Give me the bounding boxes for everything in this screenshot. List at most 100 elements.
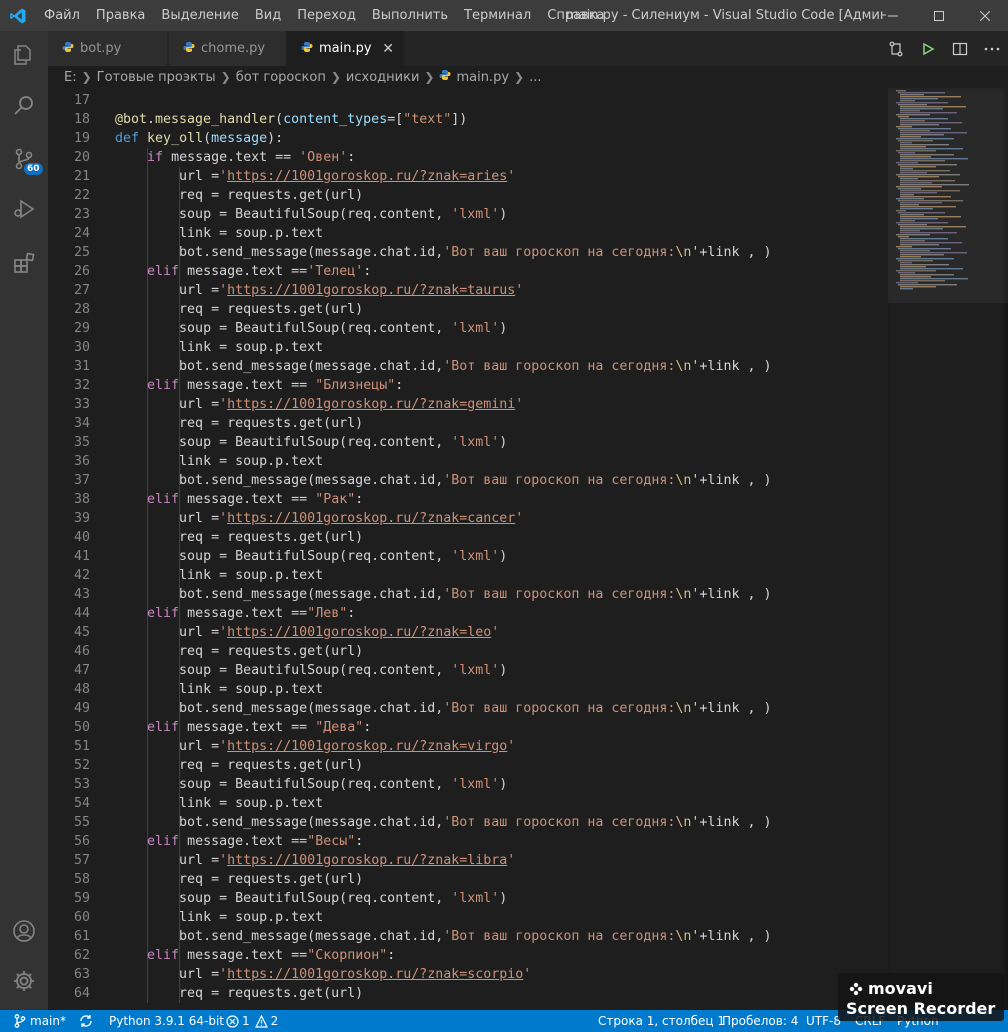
branch-status[interactable]: main* (14, 1010, 66, 1032)
menu-go[interactable]: Переход (289, 0, 364, 31)
code-line[interactable]: 62 elif message.text =="Скорпион": (48, 946, 888, 965)
code-line[interactable]: 50 elif message.text == "Дева": (48, 718, 888, 737)
code-line[interactable]: 31 bot.send_message(message.chat.id,'Вот… (48, 357, 888, 376)
minimap-line (900, 130, 930, 132)
code-line[interactable]: 17 (48, 91, 888, 110)
code-line[interactable]: 64 req = requests.get(url) (48, 984, 888, 1003)
code-line[interactable]: 45 url ='https://1001goroskop.ru/?znak=l… (48, 623, 888, 642)
code-line[interactable]: 63 url ='https://1001goroskop.ru/?znak=s… (48, 965, 888, 984)
tab-chome-py[interactable]: chome.py (169, 31, 286, 66)
code-line[interactable]: 39 url ='https://1001goroskop.ru/?znak=c… (48, 509, 888, 528)
minimap-line (900, 216, 961, 218)
code-line[interactable]: 20 if message.text == 'Овен': (48, 148, 888, 167)
close-window-button[interactable] (962, 0, 1008, 31)
breadcrumb-folder[interactable]: исходники (346, 70, 419, 85)
code-token: '+link , ) (691, 473, 772, 488)
code-line[interactable]: 18 @bot.message_handler(content_types=["t… (48, 110, 888, 129)
code-line[interactable]: 27 url ='https://1001goroskop.ru/?znak=t… (48, 281, 888, 300)
code-line[interactable]: 25 bot.send_message(message.chat.id,'Вот… (48, 243, 888, 262)
code-line[interactable]: 54 link = soup.p.text (48, 794, 888, 813)
problems-status[interactable]: 1 2 (226, 1010, 278, 1032)
search-icon[interactable] (0, 81, 48, 129)
code-line[interactable]: 48 link = soup.p.text (48, 680, 888, 699)
tab-main-py[interactable]: main.py ✕ (287, 31, 405, 66)
code-line[interactable]: 30 link = soup.p.text (48, 338, 888, 357)
code-line[interactable]: 23 soup = BeautifulSoup(req.content, 'lx… (48, 205, 888, 224)
source-control-icon[interactable]: 60 (0, 135, 48, 183)
code-line[interactable]: 19 def key_oll(message): (48, 129, 888, 148)
code-editor[interactable]: 17 18 @bot.message_handler(content_types=[… (48, 88, 888, 1010)
code-line[interactable]: 43 bot.send_message(message.chat.id,'Вот… (48, 585, 888, 604)
more-actions-icon[interactable] (976, 31, 1008, 66)
code-line[interactable]: 24 link = soup.p.text (48, 224, 888, 243)
code-line[interactable]: 58 req = requests.get(url) (48, 870, 888, 889)
explorer-icon[interactable] (0, 31, 48, 79)
menu-run[interactable]: Выполнить (364, 0, 456, 31)
minimap-line (900, 118, 948, 120)
breadcrumb-file[interactable]: main.py (456, 70, 509, 85)
breadcrumb-folder[interactable]: Готовые проэкты (97, 70, 216, 85)
code-line[interactable]: 47 soup = BeautifulSoup(req.content, 'lx… (48, 661, 888, 680)
code-line[interactable]: 55 bot.send_message(message.chat.id,'Вот… (48, 813, 888, 832)
code-line[interactable]: 26 elif message.text =='Телец': (48, 262, 888, 281)
code-line[interactable]: 56 elif message.text =="Весы": (48, 832, 888, 851)
code-line[interactable]: 32 elif message.text == "Близнецы": (48, 376, 888, 395)
menu-edit[interactable]: Правка (88, 0, 153, 31)
menu-terminal[interactable]: Терминал (456, 0, 539, 31)
code-line[interactable]: 37 bot.send_message(message.chat.id,'Вот… (48, 471, 888, 490)
code-line[interactable]: 40 req = requests.get(url) (48, 528, 888, 547)
settings-gear-icon[interactable] (0, 957, 48, 1005)
menu-view[interactable]: Вид (247, 0, 289, 31)
menu-file[interactable]: Файл (36, 0, 88, 31)
minimap-line (900, 112, 957, 114)
code-line[interactable]: 44 elif message.text =="Лев": (48, 604, 888, 623)
run-python-file-icon[interactable] (912, 31, 944, 66)
code-line[interactable]: 51 url ='https://1001goroskop.ru/?znak=v… (48, 737, 888, 756)
code-line[interactable]: 21 url ='https://1001goroskop.ru/?znak=a… (48, 167, 888, 186)
code-line[interactable]: 42 link = soup.p.text (48, 566, 888, 585)
code-line[interactable]: 34 req = requests.get(url) (48, 414, 888, 433)
code-token: req = requests.get(url) (179, 986, 364, 1001)
sync-icon[interactable] (78, 1010, 94, 1032)
code-line[interactable]: 61 bot.send_message(message.chat.id,'Вот… (48, 927, 888, 946)
split-editor-icon[interactable] (944, 31, 976, 66)
minimap[interactable] (888, 88, 1008, 1010)
minimize-button[interactable] (870, 0, 916, 31)
menu-selection[interactable]: Выделение (153, 0, 246, 31)
code-line[interactable]: 52 req = requests.get(url) (48, 756, 888, 775)
minimap-line (900, 262, 912, 264)
code-line[interactable]: 46 req = requests.get(url) (48, 642, 888, 661)
tab-bot-py[interactable]: bot.py (48, 31, 168, 66)
code-line[interactable]: 28 req = requests.get(url) (48, 300, 888, 319)
close-tab-icon[interactable]: ✕ (382, 41, 394, 57)
code-line[interactable]: 41 soup = BeautifulSoup(req.content, 'lx… (48, 547, 888, 566)
breadcrumb-drive[interactable]: E: (64, 70, 77, 85)
extensions-icon[interactable] (0, 239, 48, 287)
encoding[interactable]: UTF-8 (806, 1010, 841, 1032)
python-interpreter[interactable]: Python 3.9.1 64-bit (109, 1010, 224, 1032)
minimap-line (900, 110, 920, 112)
code-text: req = requests.get(url) (115, 300, 363, 319)
compare-changes-icon[interactable] (880, 31, 912, 66)
breadcrumb-symbol[interactable]: ... (529, 70, 541, 85)
cursor-position[interactable]: Строка 1, столбец 1 (598, 1010, 725, 1032)
code-line[interactable]: 22 req = requests.get(url) (48, 186, 888, 205)
run-debug-icon[interactable] (0, 185, 48, 233)
code-line[interactable]: 53 soup = BeautifulSoup(req.content, 'lx… (48, 775, 888, 794)
code-line[interactable]: 57 url ='https://1001goroskop.ru/?znak=l… (48, 851, 888, 870)
code-line[interactable]: 29 soup = BeautifulSoup(req.content, 'lx… (48, 319, 888, 338)
maximize-button[interactable] (916, 0, 962, 31)
code-token: ) (499, 435, 508, 450)
code-line[interactable]: 38 elif message.text == "Рак": (48, 490, 888, 509)
code-line[interactable]: 36 link = soup.p.text (48, 452, 888, 471)
code-line[interactable]: 60 link = soup.p.text (48, 908, 888, 927)
code-line[interactable]: 35 soup = BeautifulSoup(req.content, 'lx… (48, 433, 888, 452)
code-line[interactable]: 59 soup = BeautifulSoup(req.content, 'lx… (48, 889, 888, 908)
accounts-icon[interactable] (0, 907, 48, 955)
indentation[interactable]: Пробелов: 4 (722, 1010, 798, 1032)
breadcrumb-folder[interactable]: бот гороскоп (236, 70, 326, 85)
code-line[interactable]: 49 bot.send_message(message.chat.id,'Вот… (48, 699, 888, 718)
code-line[interactable]: 33 url ='https://1001goroskop.ru/?znak=g… (48, 395, 888, 414)
